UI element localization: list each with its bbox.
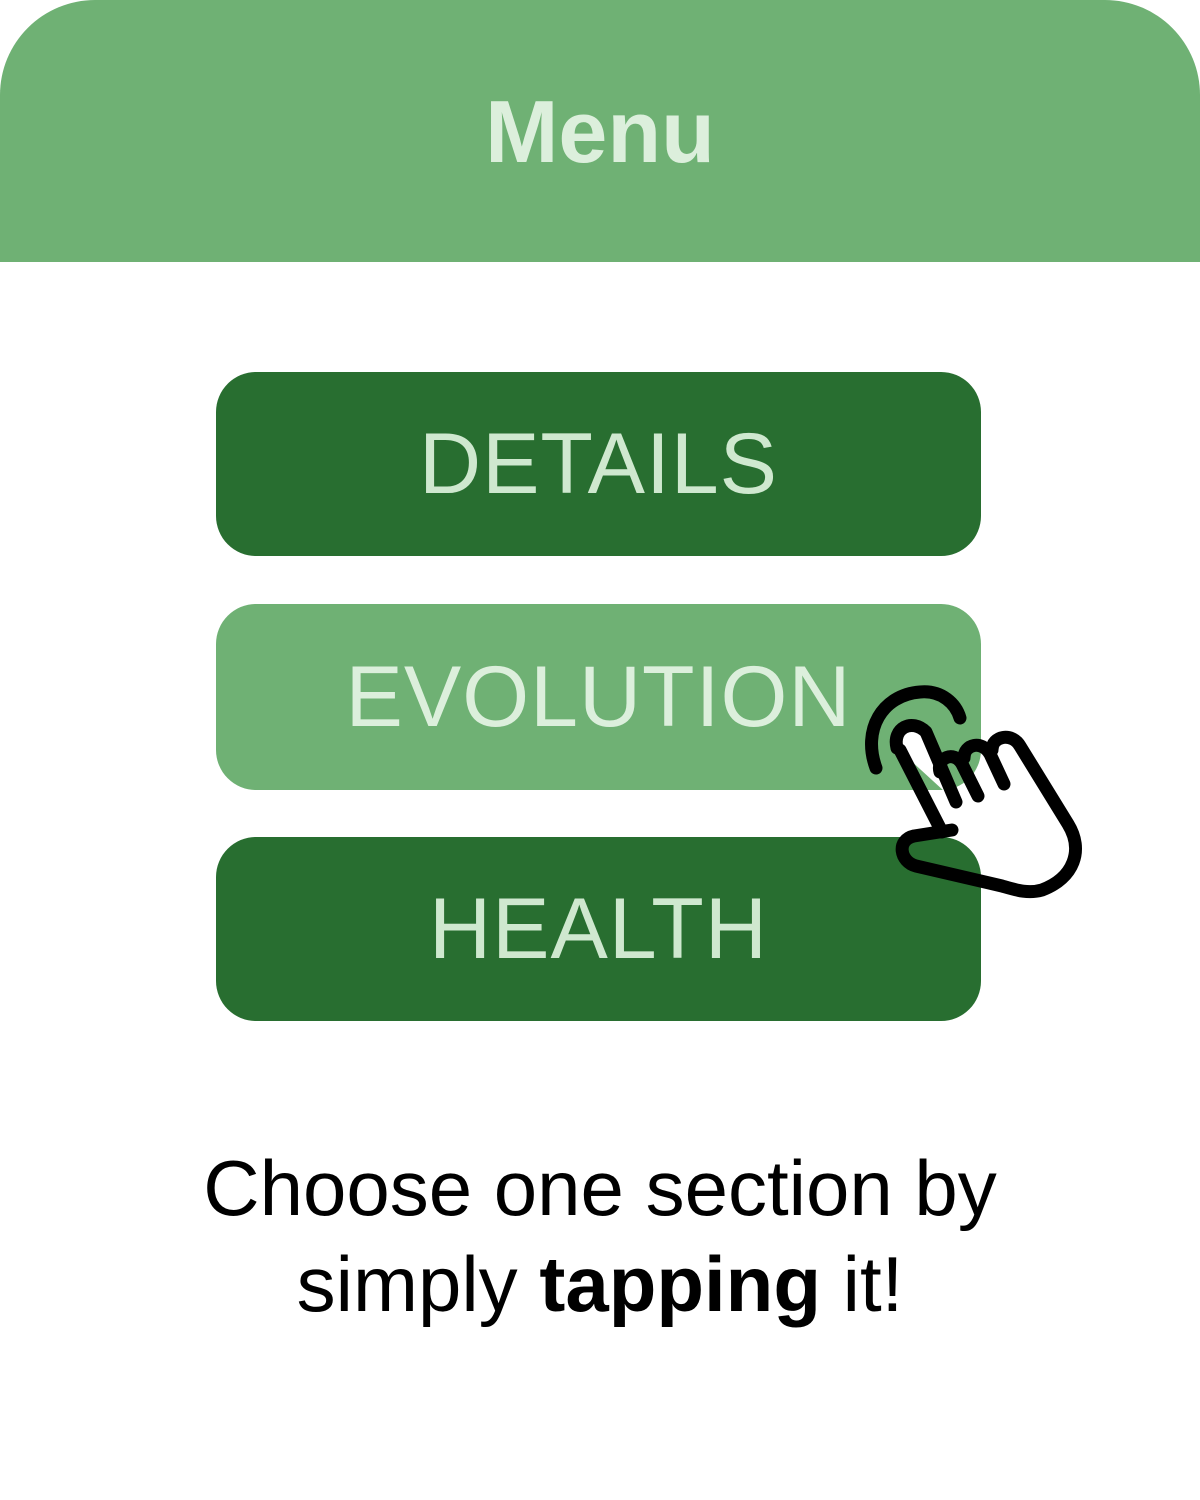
instruction-emphasis: tapping (539, 1240, 821, 1328)
evolution-button-label: EVOLUTION (345, 648, 852, 745)
details-button[interactable]: DETAILS (216, 372, 981, 556)
instruction-line-2-prefix: simply (296, 1240, 540, 1328)
instruction-line-1: Choose one section by (203, 1144, 997, 1232)
details-button-label: DETAILS (418, 415, 779, 512)
page-title: Menu (485, 82, 715, 181)
instruction-text: Choose one section by simply tapping it! (0, 1140, 1200, 1332)
instruction-line-2: simply tapping it! (0, 1236, 1200, 1332)
health-button-label: HEALTH (429, 880, 768, 977)
menu-header: Menu (0, 0, 1200, 262)
tap-hand-icon (865, 685, 1082, 899)
instruction-line-2-suffix: it! (820, 1240, 904, 1328)
